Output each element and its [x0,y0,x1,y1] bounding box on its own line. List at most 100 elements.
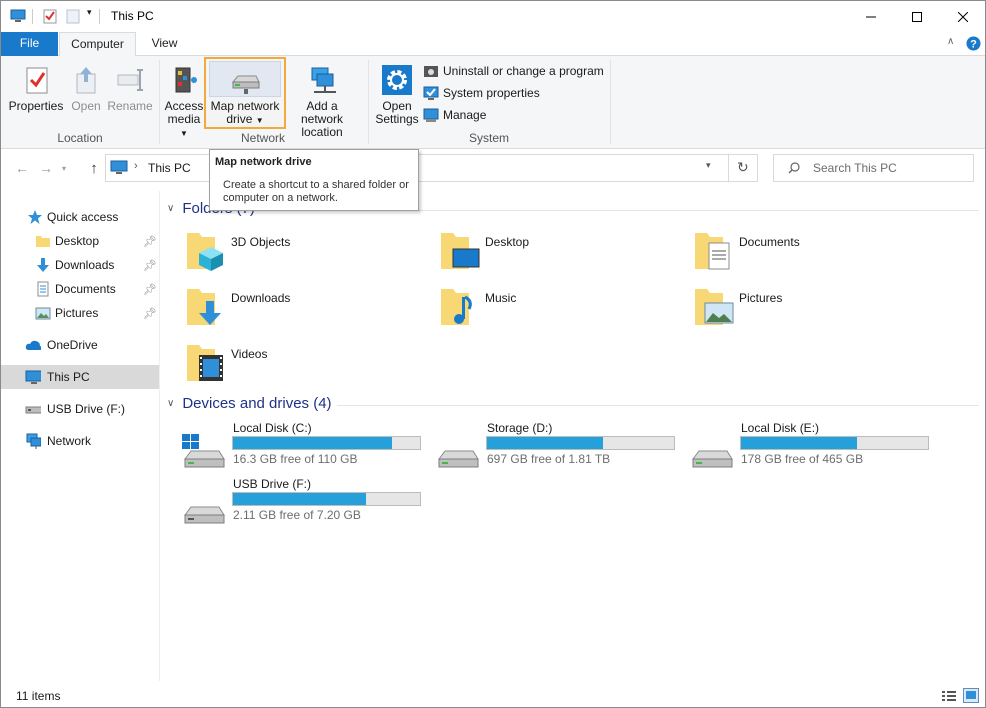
details-view-icon[interactable] [941,689,957,703]
tab-file[interactable]: File [1,32,58,56]
sidebar-label-desktop: Desktop [55,234,100,248]
chevron-down-icon: ▾ [61,163,66,173]
recent-locations-button[interactable]: ▾ [57,157,71,179]
content-pane: ∨ Folders (7) 3D Objects Desktop [161,191,985,681]
sidebar-label-onedrive: OneDrive [47,338,98,352]
sidebar-item-pictures[interactable]: Pictures 📌︎ [1,301,159,325]
open-label: Open [71,99,101,113]
tab-computer[interactable]: Computer [59,32,136,57]
properties-quick-icon[interactable] [42,8,58,24]
devices-divider-line [337,405,979,406]
access-media-label-2: media [167,112,201,126]
help-icon[interactable]: ? [966,36,981,51]
folder-3d-objects[interactable]: 3D Objects [185,229,435,279]
navigation-pane: Quick access Desktop 📌︎ Downloads 📌︎ Doc… [1,201,159,676]
close-icon [958,11,968,22]
uninstall-icon [424,66,438,77]
breadcrumb-separator-icon: › [134,160,138,172]
drive-free-e: 178 GB free of 465 GB [741,452,864,466]
folder-icon [36,236,50,247]
videos-folder-icon [187,345,223,381]
status-bar: 11 items [1,681,985,707]
map-drive-tooltip: Map network drive Create a shortcut to a… [209,149,419,211]
drive-free-f: 2.11 GB free of 7.20 GB [233,508,361,522]
devices-section-header[interactable]: ∨ Devices and drives (4) [167,395,332,412]
open-button[interactable]: Open [67,64,105,113]
drive-usage-bar-f [232,492,421,506]
network-location-icon [311,67,336,93]
network-icon [26,433,41,449]
folder-label-music: Music [485,291,517,305]
breadcrumb-this-pc[interactable]: This PC [148,161,191,175]
sidebar-label-documents: Documents [55,282,116,296]
sidebar-item-usb-drive[interactable]: USB Drive (F:) [1,397,159,421]
search-input[interactable]: Search This PC [773,154,974,182]
title-divider [32,9,33,24]
drive-name-f: USB Drive (F:) [233,477,311,491]
forward-button[interactable]: → [35,157,57,179]
sidebar-item-desktop[interactable]: Desktop 📌︎ [1,229,159,253]
sidebar-item-documents[interactable]: Documents 📌︎ [1,277,159,301]
system-properties-button[interactable]: System properties [423,83,540,103]
pin-icon: 📌︎ [143,259,157,272]
back-arrow-icon: ← [15,160,29,176]
search-placeholder: Search This PC [813,161,897,175]
sidebar-item-this-pc[interactable]: This PC [1,365,159,389]
rename-button[interactable]: Rename [107,64,153,113]
pin-icon: 📌︎ [143,283,157,296]
collapse-ribbon-icon[interactable]: ∧ [947,36,954,47]
address-dropdown-icon[interactable]: ▾ [706,160,711,171]
folder-pictures[interactable]: Pictures [693,285,943,335]
folder-label-pictures: Pictures [739,291,783,305]
minimize-button[interactable] [848,1,894,32]
open-icon [76,67,96,94]
sidebar-item-quick-access[interactable]: Quick access [1,205,159,229]
sidebar-item-downloads[interactable]: Downloads 📌︎ [1,253,159,277]
large-icons-view-icon[interactable] [963,688,979,703]
refresh-icon[interactable]: ↻ [737,159,749,176]
address-bar[interactable]: › This PC ▾ ↻ [105,154,758,182]
ribbon: Properties Open Rename Location Access m… [1,56,985,149]
close-button[interactable] [940,1,985,32]
sidebar-item-onedrive[interactable]: OneDrive [1,333,159,357]
drive-usage-bar-e [740,436,929,450]
drive-f[interactable]: USB Drive (F:) 2.11 GB free of 7.20 GB [181,477,431,529]
manage-icon [423,108,439,122]
sidebar-label-pictures: Pictures [55,306,99,320]
sidebar-label-this-pc: This PC [47,370,90,384]
add-network-location-button[interactable]: Add a network location [284,64,360,139]
new-folder-quick-icon[interactable] [65,8,81,24]
drive-e[interactable]: Local Disk (E:) 178 GB free of 465 GB [689,421,939,473]
properties-icon [26,67,48,94]
open-settings-button[interactable]: Open Settings [373,64,421,126]
uninstall-program-button[interactable]: Uninstall or change a program [423,61,604,81]
access-media-button[interactable]: Access media ▼ [163,64,205,140]
forward-arrow-icon: → [39,160,53,176]
drive-free-c: 16.3 GB free of 110 GB [233,452,358,466]
properties-button[interactable]: Properties [7,64,65,113]
this-pc-icon [110,160,128,174]
manage-button[interactable]: Manage [423,105,486,125]
up-button[interactable]: ↑ [83,157,105,179]
maximize-button[interactable] [894,1,940,32]
drive-c[interactable]: Local Disk (C:) 16.3 GB free of 110 GB [181,421,431,473]
ribbon-separator-3 [610,60,611,144]
folder-label-3d-objects: 3D Objects [231,235,291,249]
network-drive-icon [231,75,260,94]
group-network-label: Network [240,131,285,145]
item-count: 11 items [16,689,61,703]
folder-documents[interactable]: Documents [693,229,943,279]
quick-access-dropdown-icon[interactable]: ▾ [87,7,92,18]
computer-icon[interactable] [10,9,26,23]
folder-desktop[interactable]: Desktop [439,229,689,279]
folder-videos[interactable]: Videos [185,341,435,391]
drive-d[interactable]: Storage (D:) 697 GB free of 1.81 TB [435,421,685,473]
back-button[interactable]: ← [11,157,33,179]
sidebar-label-quick-access: Quick access [47,210,119,224]
sidebar-item-network[interactable]: Network [1,429,159,453]
map-network-drive-button[interactable]: Map network drive ▼ [206,64,284,127]
sidebar-label-usb-drive: USB Drive (F:) [47,402,125,416]
tab-view[interactable]: View [137,32,192,56]
folder-music[interactable]: Music [439,285,689,335]
folder-downloads[interactable]: Downloads [185,285,435,335]
